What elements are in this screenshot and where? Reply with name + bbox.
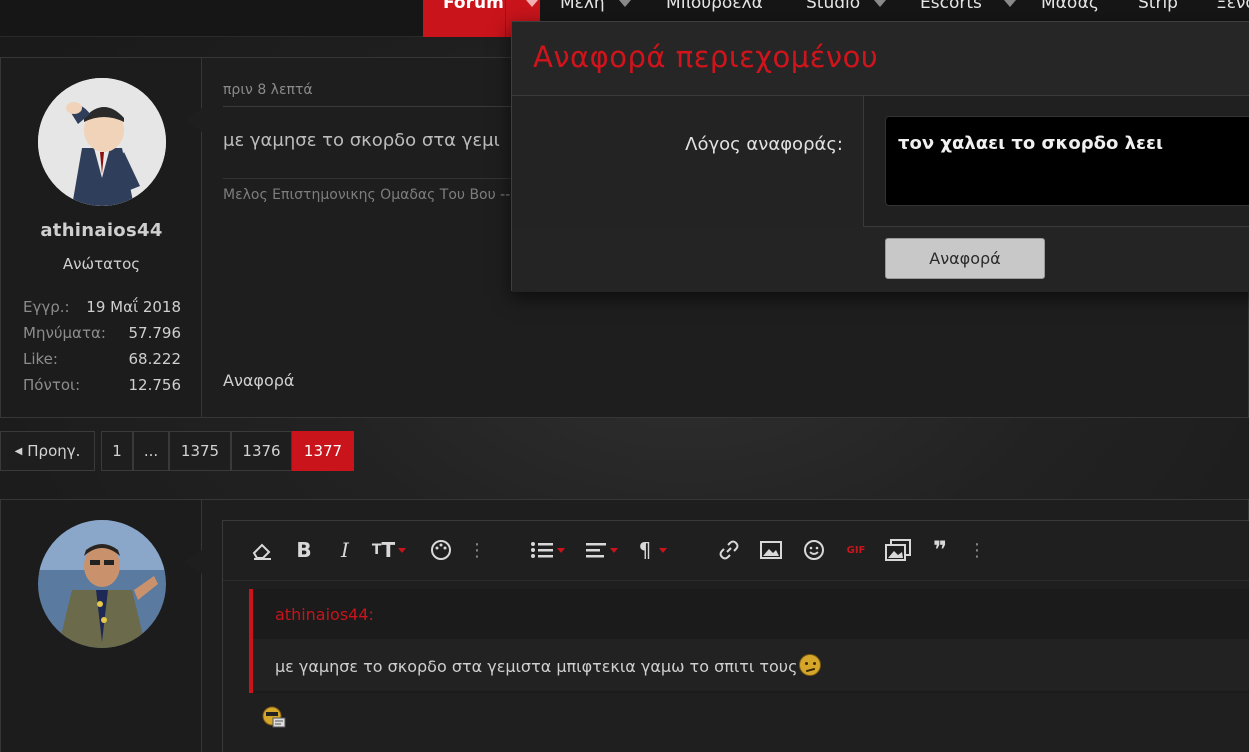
chevron-down-icon <box>398 547 407 553</box>
editor-toolbar: B I TT ⋮ ¶ GIF ❞ ⋮ <box>223 521 1249 581</box>
username[interactable]: athinaios44 <box>1 220 202 241</box>
quote-button[interactable]: ❞ <box>925 536 955 564</box>
more-options-icon[interactable]: ⋮ <box>468 537 486 563</box>
avatar-image <box>38 78 166 206</box>
align-button[interactable] <box>581 537 621 563</box>
page-link[interactable]: 1376 <box>231 431 292 471</box>
report-content-modal: Αναφορά περιεχομένου Λόγος αναφοράς: τον… <box>511 21 1249 292</box>
chevron-down-icon[interactable] <box>525 0 538 7</box>
prev-page-label: Προηγ. <box>27 442 81 460</box>
stat-value-likes: 68.222 <box>128 350 182 368</box>
chevron-down-icon[interactable] <box>618 0 631 7</box>
chevron-down-icon <box>659 547 668 553</box>
post-pointer <box>184 108 202 132</box>
chevron-down-icon[interactable] <box>874 0 887 7</box>
quote-block[interactable]: athinaios44: με γαμησε το σκορδο στα γεμ… <box>249 589 1249 693</box>
nav-item-label: Strip <box>1138 0 1178 13</box>
stat-label-points: Πόντοι: <box>23 376 81 394</box>
stat-label-messages: Μηνύματα: <box>23 324 106 342</box>
stat-value-joined: 19 Μαΐ 2018 <box>86 298 181 316</box>
stat-label-joined: Εγγρ.: <box>23 298 70 316</box>
italic-button[interactable]: I <box>333 537 357 563</box>
pagination: ◀ Προηγ. 1 ... 1375 1376 1377 <box>0 431 354 471</box>
prev-page-button[interactable]: ◀ Προηγ. <box>0 431 95 471</box>
modal-header: Αναφορά περιεχομένου <box>512 22 1249 96</box>
page-link[interactable]: 1 <box>101 431 133 471</box>
page-link[interactable]: 1375 <box>169 431 231 471</box>
post-body: με γαμησε το σκορδο στα γεμι <box>223 130 500 151</box>
chevron-down-icon <box>556 547 565 553</box>
page-link-current[interactable]: 1377 <box>292 431 354 471</box>
stat-value-messages[interactable]: 57.796 <box>129 324 182 342</box>
more-options-icon[interactable]: ⋮ <box>968 537 986 563</box>
user-title: Ανώτατος <box>62 255 141 273</box>
quote-icon: ❞ <box>932 536 948 564</box>
nav-item-label: Μασάζ <box>1041 0 1099 13</box>
confused-emoji-icon <box>799 654 822 676</box>
quick-reply: B I TT ⋮ ¶ GIF ❞ ⋮ athinaios44: με γαμησ… <box>0 499 1249 752</box>
stat-value-points[interactable]: 12.756 <box>129 376 182 394</box>
nav-item-label: Studio <box>806 0 861 13</box>
paragraph-button[interactable]: ¶ <box>633 537 673 563</box>
media-gallery-icon[interactable] <box>883 537 913 563</box>
bold-button[interactable]: B <box>291 537 317 563</box>
nav-item-label: Escorts <box>920 0 982 13</box>
quote-body-container: με γαμησε το σκορδο στα γεμιστα μπιφτεκι… <box>253 639 1249 691</box>
post-divider <box>223 106 523 107</box>
page-ellipsis[interactable]: ... <box>133 431 169 471</box>
report-submit-button[interactable]: Αναφορά <box>885 238 1045 279</box>
reason-row: Λόγος αναφοράς: τον χαλαει το σκορδο λεε… <box>512 96 1249 227</box>
quote-text: με γαμησε το σκορδο στα γεμιστα μπιφτεκι… <box>275 657 798 676</box>
reason-textarea[interactable]: τον χαλαει το σκορδο λεει <box>885 116 1249 206</box>
nav-item-label: Μέλη <box>560 0 605 13</box>
nav-item-label: Μπουρδέλα <box>666 0 763 13</box>
align-icon <box>585 543 606 558</box>
list-icon <box>530 542 553 558</box>
post-user-panel: athinaios44 Ανώτατος Εγγρ.: 19 Μαΐ 2018 … <box>1 58 202 417</box>
rich-text-editor[interactable]: B I TT ⋮ ¶ GIF ❞ ⋮ athinaios44: με γαμησ… <box>222 520 1249 752</box>
eraser-icon[interactable] <box>247 537 277 563</box>
signature-divider <box>223 178 523 179</box>
text-size-button[interactable]: TT <box>367 537 411 563</box>
quote-body: με γαμησε το σκορδο στα γεμιστα μπιφτεκι… <box>275 654 822 676</box>
emoji-icon <box>261 705 287 729</box>
modal-title: Αναφορά περιεχομένου <box>533 40 879 74</box>
reply-pointer <box>184 550 202 574</box>
quote-author[interactable]: athinaios44: <box>275 605 374 624</box>
post-signature: Μελος Επιστημονικης Ομαδας Του Βου -- <box>223 187 511 203</box>
reason-label-cell: Λόγος αναφοράς: <box>512 96 864 227</box>
gif-button[interactable]: GIF <box>841 537 871 563</box>
avatar-image <box>38 520 166 648</box>
nav-item-label: Forum <box>443 0 504 13</box>
avatar[interactable] <box>38 78 166 206</box>
post-timestamp[interactable]: πριν 8 λεπτά <box>223 82 313 98</box>
paragraph-icon: ¶ <box>638 538 652 562</box>
palette-icon[interactable] <box>427 537 455 563</box>
image-icon[interactable] <box>757 537 785 563</box>
list-button[interactable] <box>527 537 567 563</box>
link-icon[interactable] <box>715 537 743 563</box>
chevron-down-icon[interactable] <box>1003 0 1016 7</box>
chevron-left-icon: ◀ <box>14 445 23 457</box>
text-size-small-icon: T <box>371 542 382 558</box>
nav-item-label: Ξενο <box>1216 0 1249 13</box>
stat-label-likes: Like: <box>23 350 58 368</box>
reply-user-panel <box>1 500 202 752</box>
avatar[interactable] <box>38 520 166 648</box>
smiley-icon[interactable] <box>800 537 828 563</box>
report-link[interactable]: Αναφορά <box>223 371 294 390</box>
chevron-down-icon <box>609 547 618 553</box>
reason-label: Λόγος αναφοράς: <box>685 134 843 155</box>
modal-footer: Αναφορά <box>512 227 1249 292</box>
text-size-label: T <box>381 538 396 562</box>
